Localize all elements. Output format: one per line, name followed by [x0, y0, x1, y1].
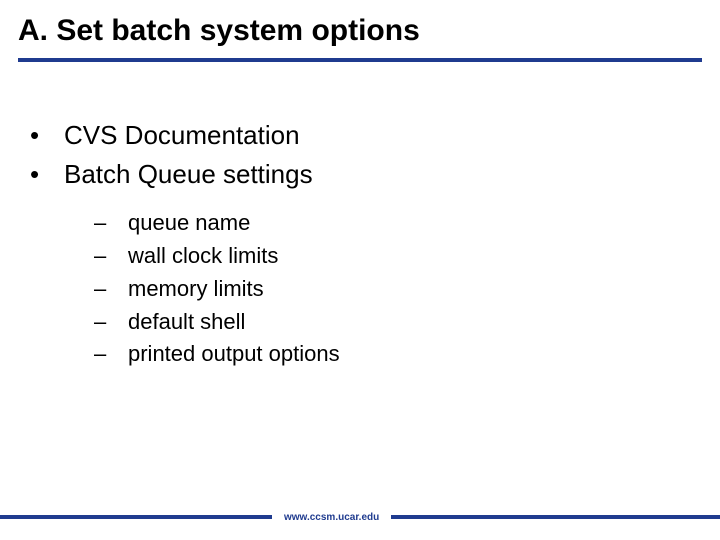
sub-bullet-text: printed output options	[128, 339, 340, 370]
footer-bar-right	[391, 515, 720, 519]
sub-bullet-item: – printed output options	[94, 339, 720, 370]
slide-title: A. Set batch system options	[0, 0, 720, 58]
sub-bullet-item: – queue name	[94, 208, 720, 239]
bullet-text: CVS Documentation	[64, 118, 300, 153]
sub-bullet-item: – memory limits	[94, 274, 720, 305]
dash-marker: –	[94, 339, 128, 370]
slide-footer: www.ccsm.ucar.edu	[0, 510, 720, 524]
bullet-marker: •	[30, 157, 64, 192]
bullet-item: • CVS Documentation	[30, 118, 720, 153]
slide-body: • CVS Documentation • Batch Queue settin…	[0, 62, 720, 370]
sub-bullet-list: – queue name – wall clock limits – memor…	[30, 196, 720, 370]
sub-bullet-text: wall clock limits	[128, 241, 278, 272]
footer-bar-left	[0, 515, 272, 519]
dash-marker: –	[94, 274, 128, 305]
dash-marker: –	[94, 307, 128, 338]
sub-bullet-item: – wall clock limits	[94, 241, 720, 272]
dash-marker: –	[94, 208, 128, 239]
dash-marker: –	[94, 241, 128, 272]
sub-bullet-text: memory limits	[128, 274, 264, 305]
bullet-marker: •	[30, 118, 64, 153]
footer-url: www.ccsm.ucar.edu	[272, 512, 391, 523]
sub-bullet-item: – default shell	[94, 307, 720, 338]
bullet-item: • Batch Queue settings	[30, 157, 720, 192]
sub-bullet-text: queue name	[128, 208, 250, 239]
sub-bullet-text: default shell	[128, 307, 245, 338]
bullet-text: Batch Queue settings	[64, 157, 313, 192]
